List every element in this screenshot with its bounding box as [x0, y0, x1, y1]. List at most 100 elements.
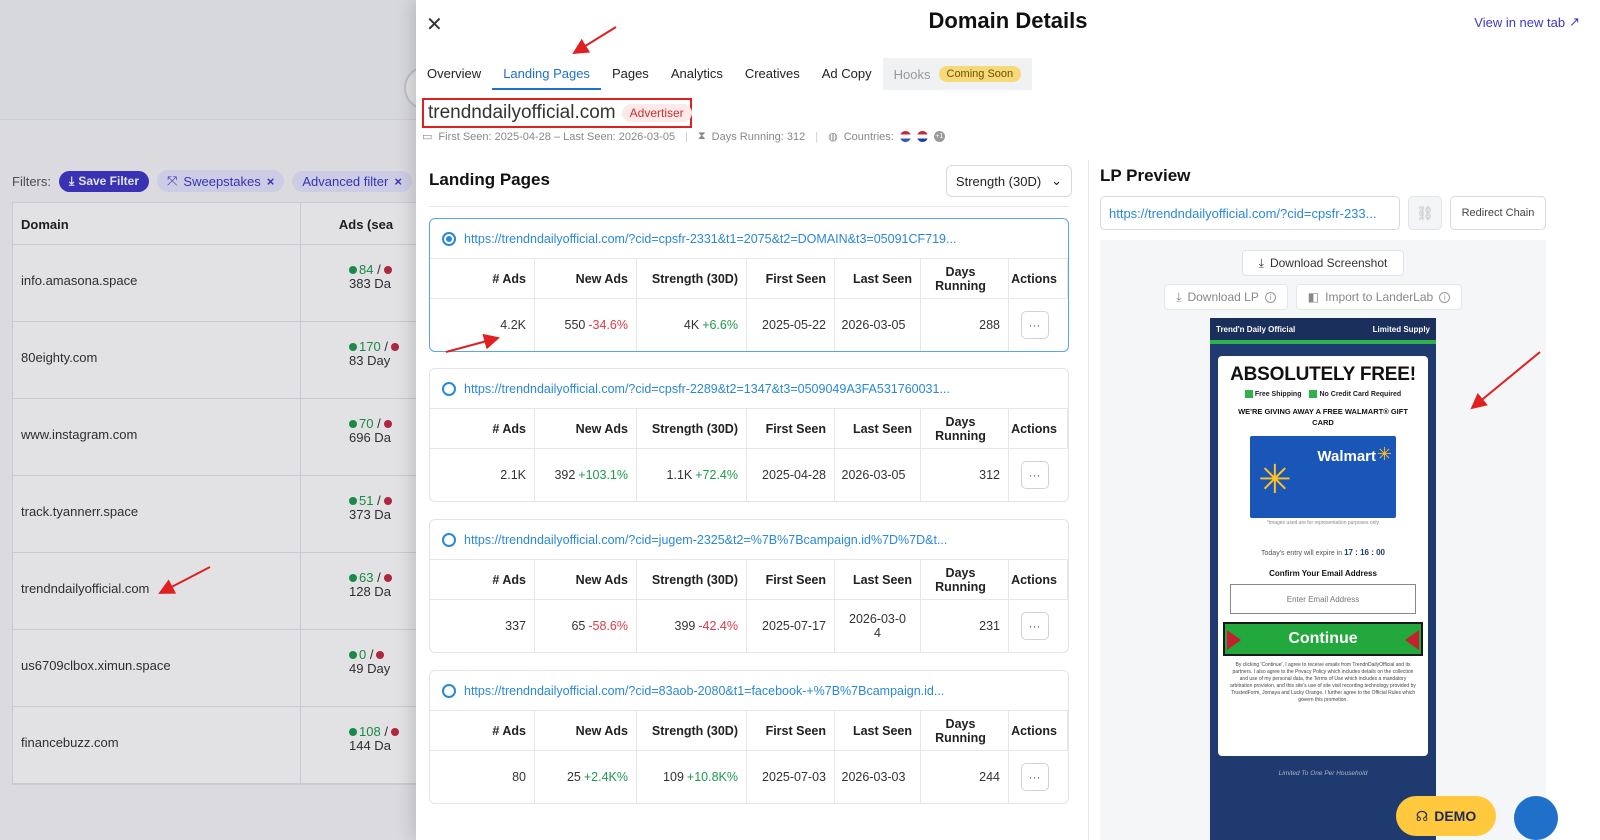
column-header: Last Seen — [835, 711, 921, 751]
landing-page-url[interactable]: https://trendndailyofficial.com/?cid=jug… — [430, 520, 1068, 560]
us-flag-icon — [899, 131, 911, 142]
download-screenshot-button[interactable]: ⤓ Download Screenshot — [1242, 250, 1404, 276]
lp-legal: By clicking 'Continue', I agree to recei… — [1230, 662, 1416, 703]
tab-pages[interactable]: Pages — [601, 58, 660, 90]
globe-icon: ◍ — [828, 131, 838, 143]
column-header: Days Running — [921, 711, 1009, 751]
landing-page-card[interactable]: https://trendndailyofficial.com/?cid=cps… — [429, 368, 1069, 502]
strength-change: +10.8K% — [686, 770, 738, 784]
landing-page-url[interactable]: https://trendndailyofficial.com/?cid=83a… — [430, 671, 1068, 711]
landing-page-screenshot[interactable]: Trend'n Daily Official Limited Supply ABS… — [1210, 318, 1436, 840]
download-icon: ⤓ — [1258, 255, 1264, 270]
tab-analytics[interactable]: Analytics — [660, 58, 734, 90]
download-lp-button[interactable]: ⤓ Download LP i — [1164, 284, 1288, 310]
headset-icon: ☊ — [1415, 807, 1429, 824]
drawer-title: Domain Details — [928, 8, 1088, 33]
landing-page-url[interactable]: https://trendndailyofficial.com/?cid=cps… — [430, 369, 1068, 409]
column-header: Days Running — [921, 560, 1009, 600]
url-text[interactable]: https://trendndailyofficial.com/?cid=83a… — [464, 684, 944, 698]
import-landerlab-button[interactable]: ◧ Import to LanderLab i — [1296, 284, 1462, 310]
demo-button[interactable]: ☊ DEMO — [1396, 796, 1496, 836]
advertiser-badge: Advertiser — [621, 104, 692, 122]
chevron-down-icon: ⌄ — [1051, 173, 1063, 188]
column-header: Last Seen — [835, 409, 921, 449]
divider: | — [685, 130, 688, 143]
metrics-grid: # Ads New Ads Strength (30D) First Seen Last… — [430, 711, 1068, 803]
url-text[interactable]: https://trendndailyofficial.com/?cid=cps… — [464, 382, 950, 396]
tab-ad-copy[interactable]: Ad Copy — [811, 58, 883, 90]
tab-creatives[interactable]: Creatives — [734, 58, 811, 90]
domain-name: trendndailyofficial.com — [428, 102, 616, 123]
ads-count: 337 — [430, 600, 535, 652]
days-running: 231 — [921, 600, 1009, 652]
lp-topbar: Trend'n Daily Official Limited Supply — [1210, 318, 1436, 340]
days-running: 288 — [921, 299, 1009, 351]
strength-change: +6.6% — [702, 318, 738, 332]
lp-check-2: No Credit Card Required — [1309, 390, 1401, 398]
more-actions-icon[interactable]: ··· — [1020, 461, 1049, 489]
first-last-seen: First Seen: 2025-04-28 – Last Seen: 2026… — [438, 130, 676, 143]
lp-continue-label: Continue — [1288, 630, 1358, 647]
timer-label: Today's entry will expire in — [1261, 550, 1343, 557]
column-header: New Ads — [535, 409, 637, 449]
lp-checks: Free Shipping No Credit Card Required — [1218, 390, 1428, 398]
column-header: First Seen — [747, 259, 835, 299]
lp-limited: Limited Supply — [1372, 324, 1430, 334]
arrow-right-icon — [1227, 630, 1241, 650]
column-header: # Ads — [430, 711, 535, 751]
strength: 1.1K +72.4% — [637, 449, 747, 501]
last-seen: 2026-03-04 — [835, 600, 921, 652]
lp-email-input: Enter Email Address — [1230, 584, 1416, 614]
landing-page-card[interactable]: https://trendndailyofficial.com/?cid=jug… — [429, 519, 1069, 653]
tab-overview[interactable]: Overview — [416, 58, 492, 90]
landing-pages-title: Landing Pages — [429, 170, 550, 189]
actions-cell: ··· — [1009, 449, 1068, 501]
column-header: # Ads — [430, 259, 535, 299]
radio-button[interactable] — [442, 532, 456, 547]
chat-launcher-icon[interactable] — [1514, 796, 1558, 840]
strength-change: -42.4% — [698, 619, 738, 633]
download-icon: ⤓ — [1176, 289, 1182, 304]
landing-page-url[interactable]: https://trendndailyofficial.com/?cid=cps… — [430, 219, 1068, 259]
landing-page-card[interactable]: https://trendndailyofficial.com/?cid=cps… — [429, 218, 1069, 352]
new-ads-value: 65 — [571, 619, 586, 633]
actions-cell: ··· — [1009, 751, 1068, 803]
metrics-grid: # Ads New Ads Strength (30D) First Seen Last… — [430, 409, 1068, 501]
spark-icon: ✳ — [1376, 444, 1392, 464]
more-actions-icon[interactable]: ··· — [1020, 612, 1049, 640]
column-header: Actions — [1009, 259, 1068, 299]
url-text[interactable]: https://trendndailyofficial.com/?cid=jug… — [464, 533, 947, 547]
domain-heading: trendndailyofficial.com Advertiser — [422, 98, 692, 128]
column-header: # Ads — [430, 409, 535, 449]
info-icon[interactable]: i — [1264, 291, 1276, 303]
timer-value: 17 : 16 : 00 — [1344, 548, 1385, 557]
more-countries-badge[interactable]: +1 — [933, 131, 945, 142]
strength: 109 +10.8K% — [637, 751, 747, 803]
walmart-gift-card: ✳ Walmart ✳ — [1250, 436, 1396, 518]
new-ads-change: +103.1% — [578, 468, 628, 482]
preview-url-field[interactable]: https://trendndailyofficial.com/?cid=cps… — [1100, 196, 1400, 230]
more-actions-icon[interactable]: ··· — [1020, 763, 1049, 791]
last-seen: 2026-03-05 — [835, 299, 921, 351]
column-header: Actions — [1009, 409, 1068, 449]
info-icon[interactable]: i — [1439, 291, 1451, 303]
landing-page-card[interactable]: https://trendndailyofficial.com/?cid=83a… — [429, 670, 1069, 804]
copy-link-icon[interactable]: ⛓ — [1408, 196, 1442, 230]
ads-count: 4.2K — [430, 299, 535, 351]
radio-button[interactable] — [442, 683, 456, 698]
radio-button[interactable] — [442, 231, 456, 246]
new-ads-change: -34.6% — [588, 318, 628, 332]
strength-change: +72.4% — [695, 468, 738, 482]
redirect-chain-button[interactable]: Redirect Chain — [1450, 196, 1546, 230]
view-new-tab-label: View in new tab — [1474, 14, 1566, 30]
tab-hooks: Hooks Coming Soon — [882, 58, 1033, 90]
url-text[interactable]: https://trendndailyofficial.com/?cid=cps… — [464, 232, 956, 246]
radio-button[interactable] — [442, 381, 456, 396]
tab-landing-pages[interactable]: Landing Pages — [492, 58, 601, 90]
view-in-new-tab-link[interactable]: View in new tab ↗ — [1474, 14, 1580, 30]
sort-select[interactable]: Strength (30D) ⌄ — [946, 165, 1072, 197]
new-ads-change: +2.4K% — [583, 770, 628, 784]
import-landerlab-label: Import to LanderLab — [1325, 290, 1434, 304]
column-header: New Ads — [535, 711, 637, 751]
more-actions-icon[interactable]: ··· — [1020, 311, 1049, 339]
